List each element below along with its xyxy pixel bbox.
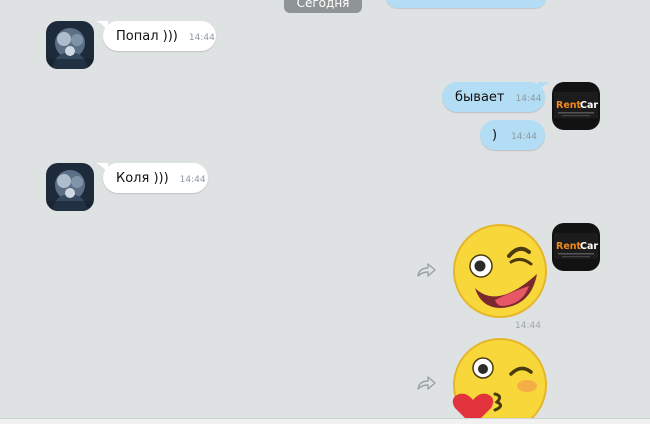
kissing-heart-emoji-sticker[interactable] — [451, 336, 549, 418]
chat-history[interactable]: Сегодня Попал ))) 14:44 бывает 14:44 Ren… — [0, 0, 650, 418]
message-text: бывает — [455, 89, 505, 105]
message-input-bar[interactable] — [0, 418, 650, 424]
message-text: Попал ))) — [116, 28, 178, 44]
message-time: 14:44 — [515, 94, 542, 104]
rentcar-logo-icon: Rent Car — [552, 82, 600, 130]
user-avatar[interactable] — [46, 163, 94, 211]
message-time: 14:44 — [179, 175, 206, 185]
rentcar-logo-icon: Rent Car — [552, 223, 600, 271]
message-text: ) — [492, 127, 498, 143]
message-time: 14:44 — [511, 132, 538, 142]
user-avatar-image — [46, 163, 94, 211]
logo-text-car: Car — [580, 100, 598, 111]
message-time: 14:44 — [188, 33, 215, 43]
user-avatar-image — [46, 21, 94, 69]
user-avatar[interactable] — [46, 21, 94, 69]
message-text: Коля ))) — [116, 170, 169, 186]
incoming-message-bubble[interactable]: Попал ))) 14:44 — [103, 21, 216, 51]
rentcar-avatar[interactable]: Rent Car — [552, 82, 600, 130]
winking-laughing-emoji-sticker[interactable] — [451, 222, 549, 320]
incoming-message-bubble[interactable]: Коля ))) 14:44 — [103, 163, 208, 193]
share-icon[interactable] — [416, 262, 436, 278]
logo-text-rent: Rent — [556, 241, 582, 252]
sticker-time: 14:44 — [515, 321, 541, 331]
rentcar-avatar[interactable]: Rent Car — [552, 223, 600, 271]
date-separator: Сегодня — [284, 0, 362, 13]
share-icon[interactable] — [416, 375, 436, 391]
outgoing-message-bubble[interactable]: ) 14:44 — [480, 120, 545, 150]
outgoing-message-bubble[interactable]: бывает 14:44 — [442, 82, 545, 112]
logo-text-rent: Rent — [556, 100, 582, 111]
logo-text-car: Car — [580, 241, 598, 252]
outgoing-message-bubble-cut[interactable] — [386, 0, 546, 8]
